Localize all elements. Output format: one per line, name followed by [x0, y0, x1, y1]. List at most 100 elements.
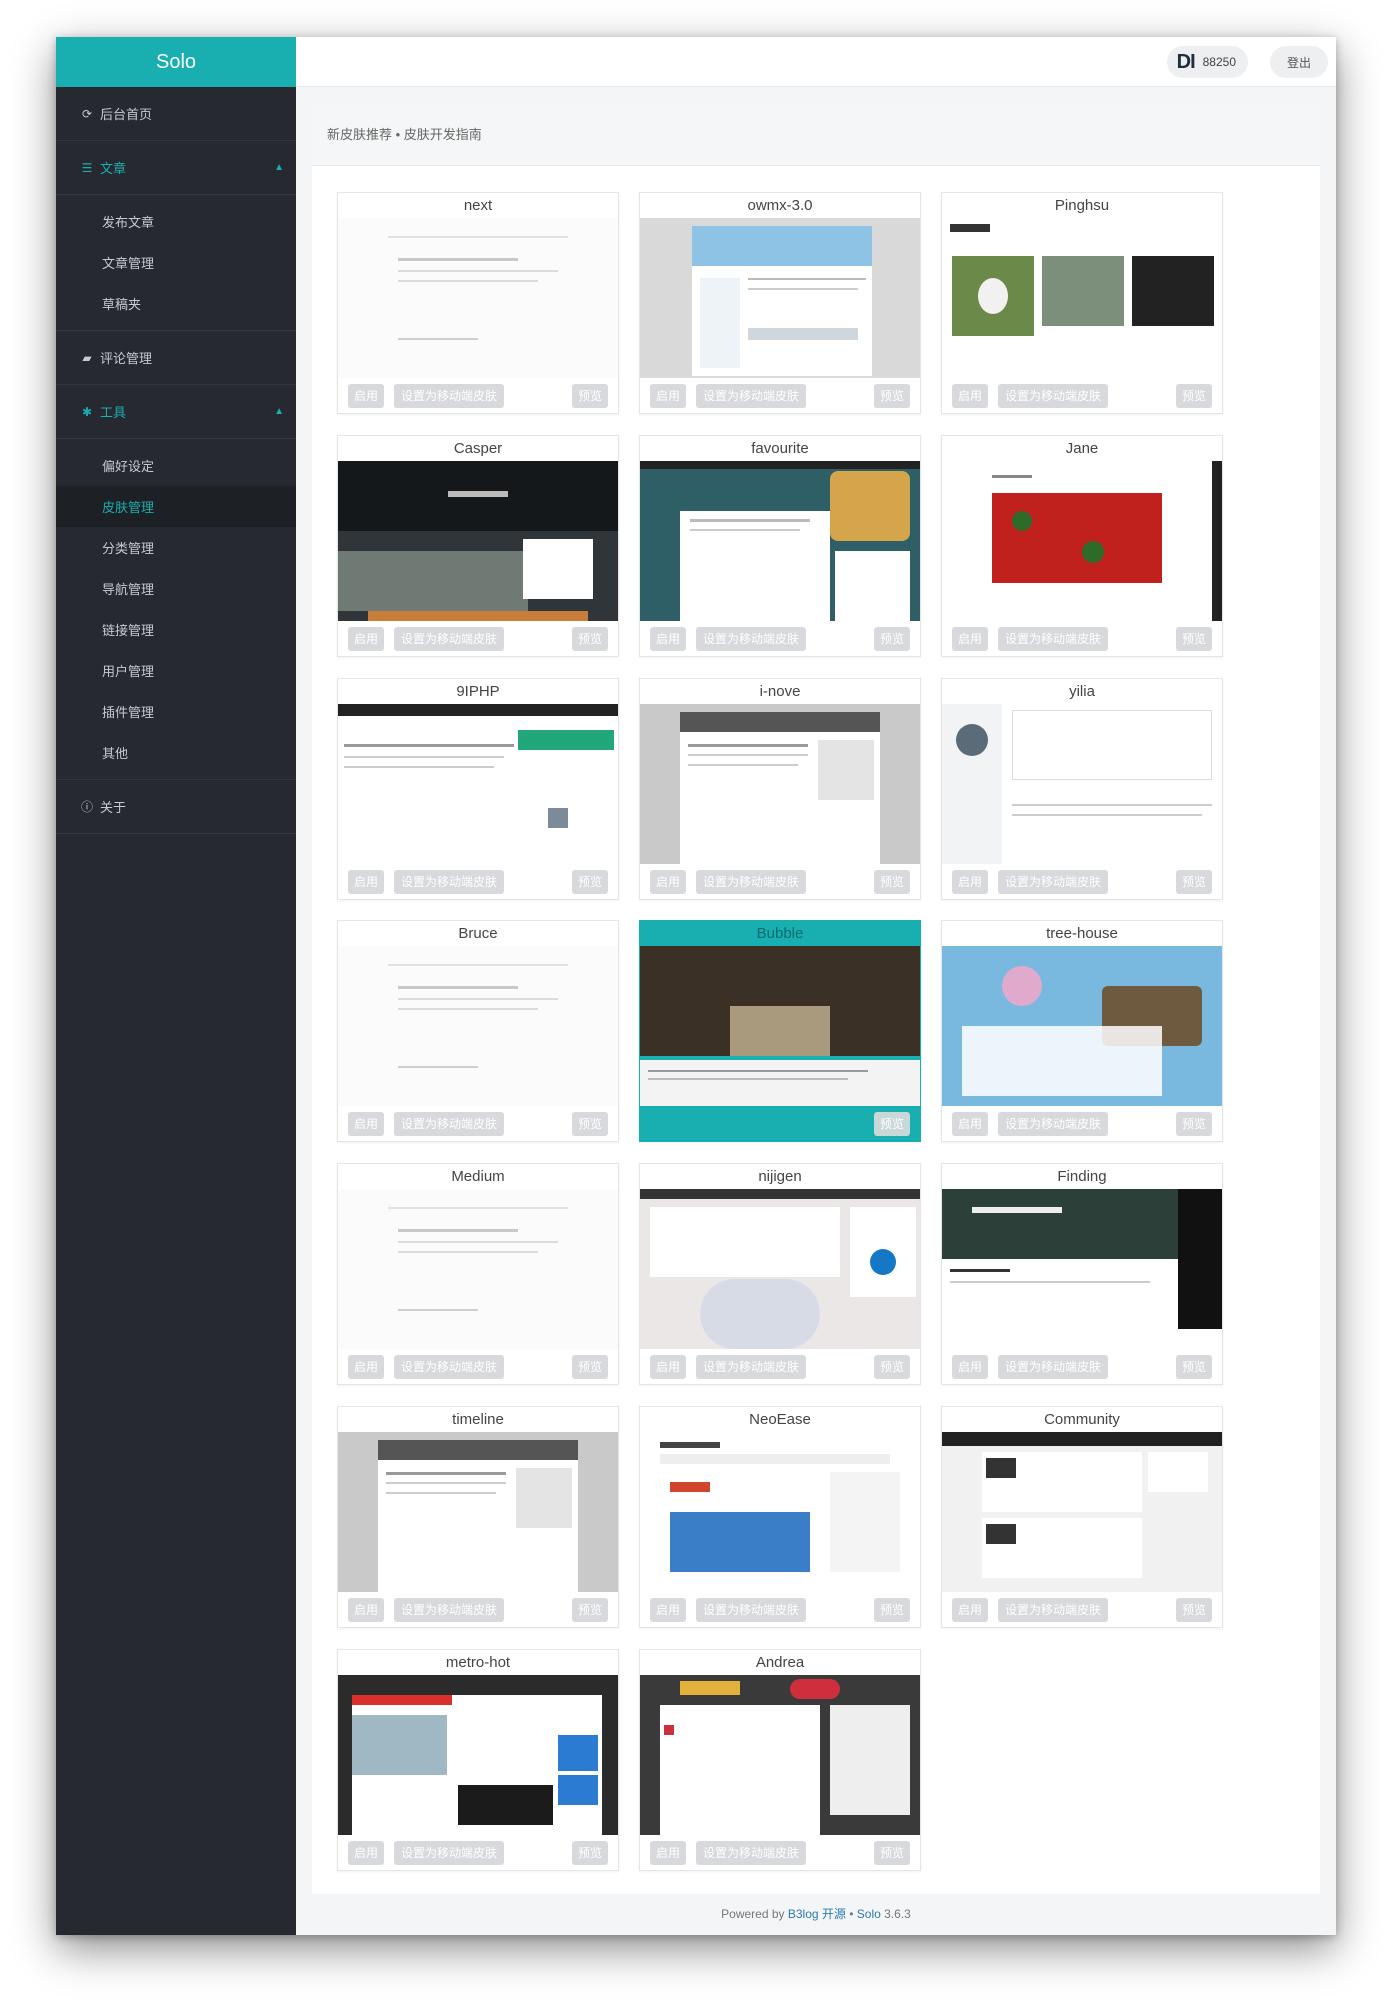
thumbnail-shape [398, 998, 558, 1000]
sidebar-item-users[interactable]: 用户管理 [56, 650, 296, 691]
preview-skin-button[interactable]: 预览 [572, 1598, 608, 1622]
enable-skin-button[interactable]: 启用 [952, 870, 988, 894]
thumbnail-shape [386, 1482, 506, 1484]
sidebar-item-home[interactable]: ⟳ 后台首页 [56, 87, 296, 141]
preview-skin-button[interactable]: 预览 [1176, 627, 1212, 651]
thumbnail-shape [748, 288, 858, 290]
enable-skin-button[interactable]: 启用 [348, 384, 384, 408]
set-mobile-skin-button[interactable]: 设置为移动端皮肤 [394, 870, 504, 894]
set-mobile-skin-button[interactable]: 设置为移动端皮肤 [998, 627, 1108, 651]
preview-skin-button[interactable]: 预览 [874, 1112, 910, 1136]
thumbnail-shape [692, 226, 872, 266]
enable-skin-button[interactable]: 启用 [650, 1841, 686, 1865]
thumbnail-shape [972, 1207, 1062, 1213]
sidebar-item-others[interactable]: 其他 [56, 732, 296, 773]
sidebar-item-skins[interactable]: 皮肤管理 [56, 486, 296, 527]
sidebar-item-plugins[interactable]: 插件管理 [56, 691, 296, 732]
preview-skin-button[interactable]: 预览 [874, 384, 910, 408]
enable-skin-button[interactable]: 启用 [348, 870, 384, 894]
set-mobile-skin-button[interactable]: 设置为移动端皮肤 [998, 1355, 1108, 1379]
skin-thumbnail [942, 1189, 1222, 1349]
set-mobile-skin-button[interactable]: 设置为移动端皮肤 [696, 1355, 806, 1379]
thumbnail-shape [690, 529, 800, 531]
preview-skin-button[interactable]: 预览 [874, 870, 910, 894]
enable-skin-button[interactable]: 启用 [952, 627, 988, 651]
enable-skin-button[interactable]: 启用 [952, 1355, 988, 1379]
enable-skin-button[interactable]: 启用 [952, 384, 988, 408]
logout-button[interactable]: 登出 [1270, 46, 1328, 78]
skin-thumbnail [338, 1675, 618, 1835]
enable-skin-button[interactable]: 启用 [650, 1598, 686, 1622]
enable-skin-button[interactable]: 启用 [348, 1598, 384, 1622]
set-mobile-skin-button[interactable]: 设置为移动端皮肤 [394, 1841, 504, 1865]
sidebar-item-drafts[interactable]: 草稿夹 [56, 283, 296, 324]
solo-link[interactable]: Solo [857, 1907, 881, 1921]
sidebar-item-navigation[interactable]: 导航管理 [56, 568, 296, 609]
set-mobile-skin-button[interactable]: 设置为移动端皮肤 [998, 384, 1108, 408]
skin-card: Finding 启用 设置为移动端皮肤 预览 [941, 1163, 1223, 1385]
enable-skin-button[interactable]: 启用 [348, 1112, 384, 1136]
enable-skin-button[interactable]: 启用 [348, 627, 384, 651]
enable-skin-button[interactable]: 启用 [348, 1355, 384, 1379]
sidebar: Solo ⟳ 后台首页 ☰ 文章 ▲ 发布文章 文章管理 草稿夹 ▰ 评论管理 … [56, 37, 296, 1935]
sidebar-item-categories[interactable]: 分类管理 [56, 527, 296, 568]
preview-skin-button[interactable]: 预览 [874, 1841, 910, 1865]
preview-skin-button[interactable]: 预览 [572, 627, 608, 651]
sidebar-item-articles[interactable]: ☰ 文章 ▲ [56, 141, 296, 195]
sidebar-item-article-manage[interactable]: 文章管理 [56, 242, 296, 283]
preview-skin-button[interactable]: 预览 [1176, 1112, 1212, 1136]
set-mobile-skin-button[interactable]: 设置为移动端皮肤 [998, 1598, 1108, 1622]
sidebar-item-comments[interactable]: ▰ 评论管理 [56, 331, 296, 385]
preview-skin-button[interactable]: 预览 [1176, 870, 1212, 894]
skin-notice[interactable]: 新皮肤推荐 • 皮肤开发指南 [312, 102, 1320, 166]
enable-skin-button[interactable]: 启用 [952, 1598, 988, 1622]
enable-skin-button[interactable]: 启用 [952, 1112, 988, 1136]
set-mobile-skin-button[interactable]: 设置为移动端皮肤 [394, 1355, 504, 1379]
set-mobile-skin-button[interactable]: 设置为移动端皮肤 [696, 870, 806, 894]
b3log-link[interactable]: B3log 开源 [788, 1907, 846, 1921]
set-mobile-skin-button[interactable]: 设置为移动端皮肤 [394, 627, 504, 651]
preview-skin-button[interactable]: 预览 [572, 1355, 608, 1379]
preview-skin-button[interactable]: 预览 [874, 1598, 910, 1622]
set-mobile-skin-button[interactable]: 设置为移动端皮肤 [394, 1112, 504, 1136]
enable-skin-button[interactable]: 启用 [650, 1355, 686, 1379]
set-mobile-skin-button[interactable]: 设置为移动端皮肤 [696, 1598, 806, 1622]
preview-skin-button[interactable]: 预览 [572, 870, 608, 894]
set-mobile-skin-button[interactable]: 设置为移动端皮肤 [696, 1841, 806, 1865]
thumbnail-shape [398, 270, 558, 272]
preview-skin-button[interactable]: 预览 [1176, 384, 1212, 408]
thumbnail-shape [700, 278, 740, 368]
preview-skin-button[interactable]: 预览 [874, 627, 910, 651]
set-mobile-skin-button[interactable]: 设置为移动端皮肤 [998, 870, 1108, 894]
enable-skin-button[interactable]: 启用 [650, 870, 686, 894]
sidebar-item-about[interactable]: ⓘ 关于 [56, 780, 296, 834]
user-badge[interactable]: DI 88250 [1166, 46, 1248, 78]
sidebar-item-preferences[interactable]: 偏好设定 [56, 445, 296, 486]
preview-skin-button[interactable]: 预览 [1176, 1355, 1212, 1379]
enable-skin-button[interactable]: 启用 [650, 384, 686, 408]
set-mobile-skin-button[interactable]: 设置为移动端皮肤 [394, 1598, 504, 1622]
preview-skin-button[interactable]: 预览 [572, 1841, 608, 1865]
thumbnail-shape [386, 1472, 506, 1475]
skin-name: favourite [751, 440, 809, 457]
enable-skin-button[interactable]: 启用 [650, 627, 686, 651]
preview-skin-button[interactable]: 预览 [572, 1112, 608, 1136]
set-mobile-skin-button[interactable]: 设置为移动端皮肤 [394, 384, 504, 408]
preview-skin-button[interactable]: 预览 [1176, 1598, 1212, 1622]
articles-submenu: 发布文章 文章管理 草稿夹 [56, 195, 296, 331]
sidebar-item-publish[interactable]: 发布文章 [56, 201, 296, 242]
skin-actions: 启用 设置为移动端皮肤 预览 [338, 1347, 618, 1384]
set-mobile-skin-button[interactable]: 设置为移动端皮肤 [696, 384, 806, 408]
enable-skin-button[interactable]: 启用 [348, 1841, 384, 1865]
sidebar-item-tools[interactable]: ✱ 工具 ▲ [56, 385, 296, 439]
set-mobile-skin-button[interactable]: 设置为移动端皮肤 [998, 1112, 1108, 1136]
thumbnail-shape [338, 946, 618, 1106]
preview-skin-button[interactable]: 预览 [572, 384, 608, 408]
preview-skin-button[interactable]: 预览 [874, 1355, 910, 1379]
sidebar-item-links[interactable]: 链接管理 [56, 609, 296, 650]
set-mobile-skin-button[interactable]: 设置为移动端皮肤 [696, 627, 806, 651]
skin-card: next 启用 设置为移动端皮肤 预览 [337, 192, 619, 414]
user-id: 88250 [1202, 55, 1236, 69]
skin-card: i-nove 启用 设置为移动端皮肤 预览 [639, 678, 921, 900]
brand-logo[interactable]: Solo [56, 37, 296, 87]
